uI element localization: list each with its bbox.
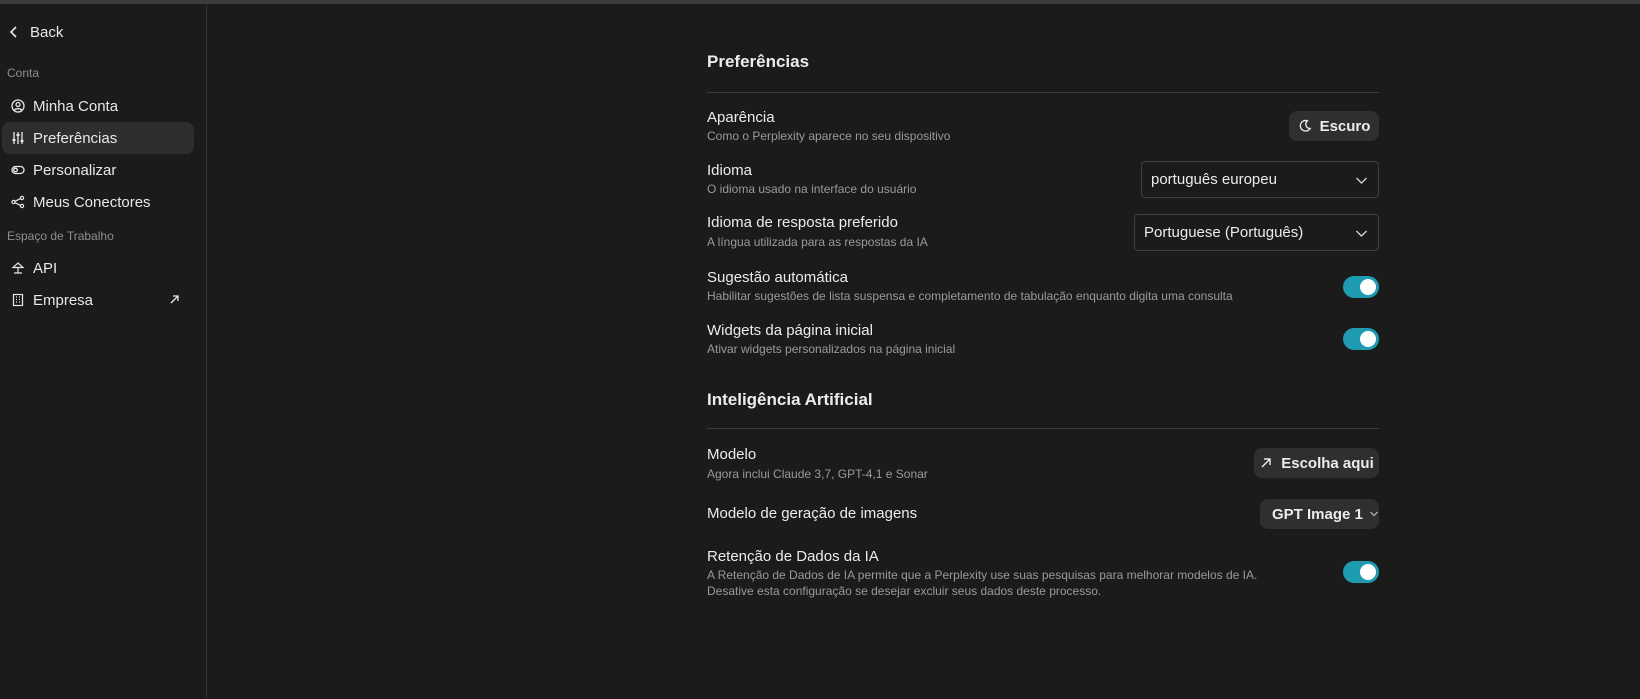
sidebar: Back Conta Minha Conta Preferências Pers… [0, 4, 207, 699]
toggle-icon [11, 165, 25, 175]
sidebar-item-label: Empresa [33, 291, 94, 309]
image-model-title: Modelo de geração de imagens [707, 505, 918, 522]
chevron-left-icon [9, 26, 17, 38]
theme-button[interactable]: Escuro [1289, 111, 1379, 141]
sidebar-item-preferences[interactable]: Preferências [2, 122, 194, 154]
retention-toggle[interactable] [1343, 561, 1379, 583]
sidebar-item-label: Personalizar [33, 161, 117, 179]
choose-model-label: Escolha aqui [1281, 454, 1374, 472]
appearance-title: Aparência [707, 109, 775, 126]
section-label-account: Conta [7, 66, 40, 80]
back-label: Back [30, 23, 64, 41]
response-language-title: Idioma de resposta preferido [707, 214, 898, 231]
response-language-select-value: Portuguese (Português) [1144, 224, 1304, 241]
toggle-knob [1360, 331, 1376, 347]
connectors-icon [11, 195, 25, 209]
widgets-toggle[interactable] [1343, 328, 1379, 350]
image-model-select[interactable]: GPT Image 1 [1260, 499, 1379, 529]
chevron-down-icon [1369, 511, 1378, 517]
toggle-knob [1360, 279, 1376, 295]
back-button[interactable]: Back [8, 20, 63, 44]
autosuggest-description: Habilitar sugestões de lista suspensa e … [707, 289, 1233, 303]
autosuggest-toggle[interactable] [1343, 276, 1379, 298]
sidebar-item-label: Minha Conta [33, 97, 119, 115]
language-description: O idioma usado na interface do usuário [707, 182, 917, 196]
widgets-title: Widgets da página inicial [707, 322, 873, 339]
sidebar-item-enterprise[interactable]: Empresa [2, 284, 194, 316]
autosuggest-title: Sugestão automática [707, 269, 848, 286]
retention-description-line2: Desative esta configuração se desejar ex… [707, 584, 1102, 598]
section-heading-preferences: Preferências [707, 52, 810, 71]
arrow-up-right-icon [1261, 458, 1271, 468]
sidebar-item-label: API [33, 259, 58, 277]
api-icon [11, 262, 25, 274]
user-circle-icon [11, 99, 25, 113]
sidebar-item-customize[interactable]: Personalizar [2, 154, 194, 186]
window-top-border [0, 0, 1640, 4]
model-description: Agora inclui Claude 3,7, GPT-4,1 e Sonar [707, 467, 928, 481]
sidebar-item-my-account[interactable]: Minha Conta [2, 90, 194, 122]
toggle-knob [1360, 564, 1376, 580]
sidebar-item-label: Preferências [33, 129, 118, 147]
section-heading-ai: Inteligência Artificial [707, 390, 873, 409]
external-link-icon [170, 295, 179, 304]
building-icon [12, 293, 24, 307]
moon-icon [1299, 119, 1311, 132]
sidebar-item-api[interactable]: API [2, 252, 194, 284]
choose-model-button[interactable]: Escolha aqui [1254, 448, 1379, 478]
language-select[interactable]: português europeu [1141, 161, 1379, 198]
divider [707, 92, 1379, 93]
appearance-description: Como o Perplexity aparece no seu disposi… [707, 129, 951, 143]
response-language-select[interactable]: Portuguese (Português) [1134, 214, 1379, 251]
image-model-value: GPT Image 1 [1272, 505, 1363, 523]
sidebar-item-connectors[interactable]: Meus Conectores [2, 186, 194, 218]
widgets-description: Ativar widgets personalizados na página … [707, 342, 956, 356]
sidebar-item-label: Meus Conectores [33, 193, 151, 211]
model-title: Modelo [707, 446, 757, 463]
chevron-down-icon [1356, 177, 1367, 184]
divider [707, 428, 1379, 429]
response-language-description: A língua utilizada para as respostas da … [707, 235, 928, 249]
section-label-workspace: Espaço de Trabalho [7, 229, 114, 243]
retention-description-line1: A Retenção de Dados de IA permite que a … [707, 568, 1258, 582]
language-title: Idioma [707, 162, 753, 179]
language-select-value: português europeu [1151, 171, 1277, 188]
sliders-icon [12, 132, 24, 144]
theme-button-label: Escuro [1319, 117, 1371, 135]
retention-title: Retenção de Dados da IA [707, 548, 879, 565]
chevron-down-icon [1356, 230, 1367, 237]
